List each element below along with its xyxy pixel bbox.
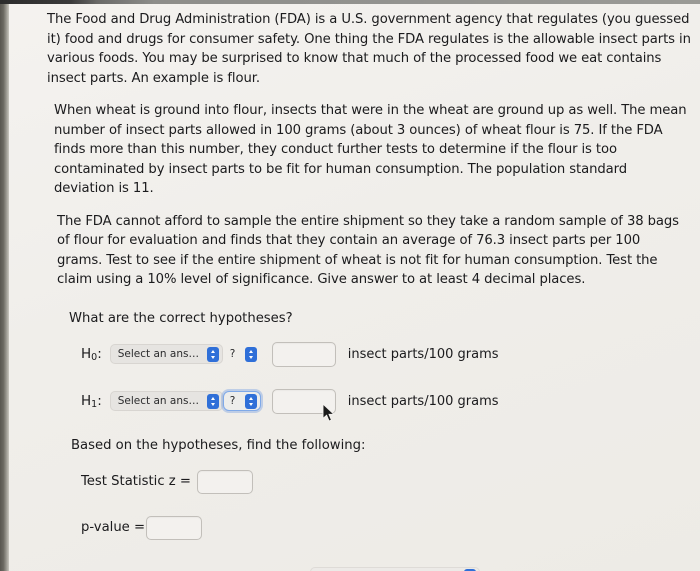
p-value-input[interactable]: [146, 515, 203, 540]
problem-paragraph-1: The Food and Drug Administration (FDA) i…: [47, 12, 691, 86]
alternative-hypothesis-value-input[interactable]: [271, 388, 336, 414]
problem-paragraph-3: The FDA cannot afford to sample the enti…: [57, 213, 679, 288]
alternative-hypothesis-parameter-select-value: Select an answer: [117, 395, 201, 407]
decision-select[interactable]: Select an answer: [309, 566, 480, 571]
alternative-hypothesis-label: H1:: [81, 393, 102, 410]
stepper-chevrons-icon: [244, 346, 257, 362]
null-hypothesis-unit-label: insect parts/100 grams: [347, 346, 499, 362]
question-page: The Food and Drug Administration (FDA) i…: [9, 4, 700, 571]
problem-paragraph-2: When wheat is ground into flour, insects…: [54, 103, 687, 196]
hypotheses-prompt: What are the correct hypotheses?: [69, 310, 293, 326]
alternative-hypothesis-colon: :: [97, 393, 102, 409]
null-hypothesis-operator-select-value: ?: [229, 348, 236, 360]
stepper-chevrons-icon: [244, 393, 257, 409]
test-statistic-input[interactable]: [196, 469, 253, 494]
null-hypothesis-colon: :: [97, 346, 102, 362]
null-hypothesis-subscript: 0: [91, 352, 98, 363]
decision-row: Based on the above we choose to Select a…: [9, 566, 700, 571]
test-statistic-label: Test Statistic z =: [81, 474, 191, 489]
null-hypothesis-label: H0:: [81, 346, 102, 363]
p-value-label: p-value =: [81, 520, 146, 535]
alternative-hypothesis-operator-select-value: ?: [229, 395, 236, 407]
findings-note: Based on the hypotheses, find the follow…: [71, 437, 366, 453]
null-hypothesis-label-letter: H: [81, 346, 92, 362]
alternative-hypothesis-row: H1: Select an answer ? insect parts/100 …: [9, 388, 700, 414]
screen-top-edge: [0, 0, 700, 4]
test-statistic-row: Test Statistic z =: [9, 469, 700, 494]
null-hypothesis-parameter-select-value: Select an answer: [117, 348, 201, 360]
screen-left-edge: [0, 0, 9, 571]
null-hypothesis-value-input[interactable]: [271, 341, 336, 367]
alternative-hypothesis-unit-label: insect parts/100 grams: [347, 393, 499, 409]
null-hypothesis-parameter-select[interactable]: Select an answer: [109, 344, 223, 364]
null-hypothesis-row: H0: Select an answer ? insect parts/100 …: [9, 341, 700, 367]
stepper-chevrons-icon: [206, 346, 219, 362]
alternative-hypothesis-subscript: 1: [91, 399, 98, 410]
alternative-hypothesis-label-letter: H: [81, 393, 92, 409]
stepper-chevrons-icon: [206, 393, 219, 409]
null-hypothesis-operator-select[interactable]: ?: [223, 344, 261, 364]
p-value-row: p-value =: [9, 515, 700, 540]
alternative-hypothesis-operator-select[interactable]: ?: [222, 391, 261, 411]
alternative-hypothesis-parameter-select[interactable]: Select an answer: [109, 391, 223, 411]
